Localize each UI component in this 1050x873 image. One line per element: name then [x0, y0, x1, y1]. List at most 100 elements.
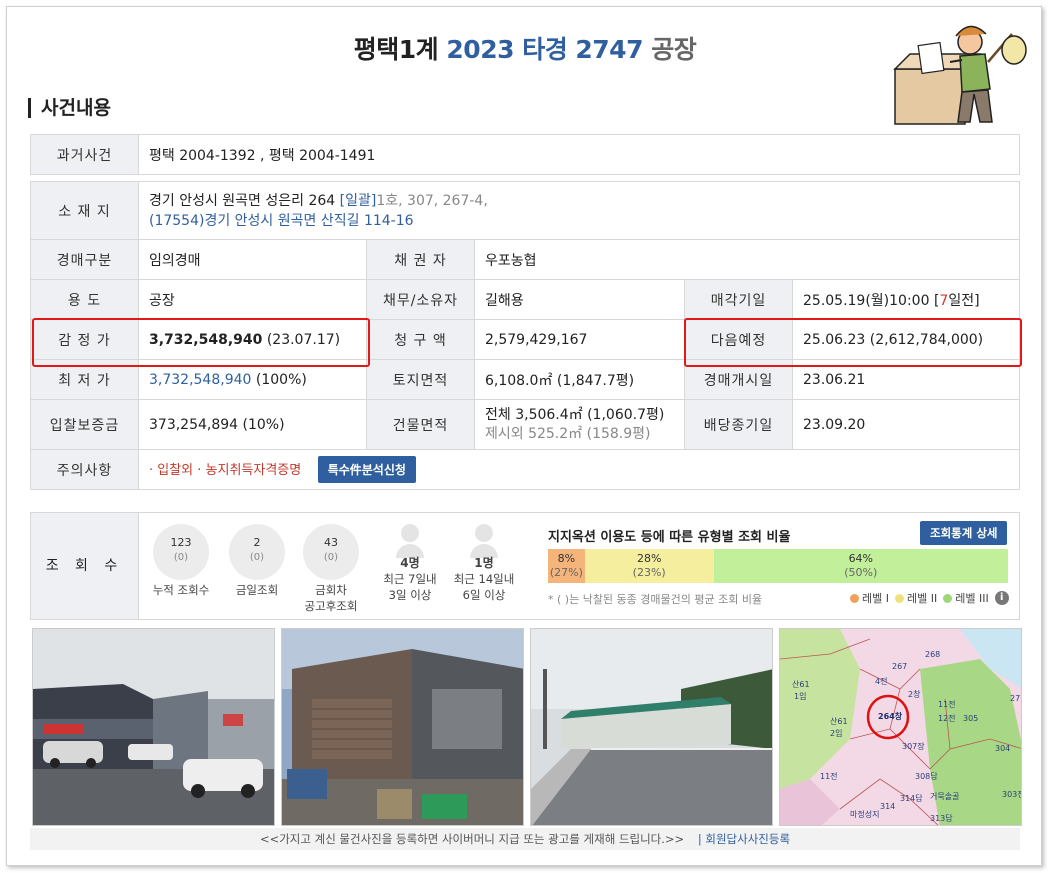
sale-date-text: 25.05.19(월)10:00 [	[803, 292, 940, 309]
ratio-note: * ( )는 낙찰된 동종 경매물건의 평균 조회 비율	[548, 593, 763, 606]
ratio-legend: 레벨 I 레벨 II 레벨 III i	[850, 590, 1009, 606]
deposit-label: 입찰보증금	[30, 399, 139, 450]
view-today-count: 2	[253, 536, 261, 549]
use-label: 용 도	[30, 279, 139, 320]
auction-type-label: 경매구분	[30, 239, 139, 280]
legend-level-3: 레벨 III	[943, 590, 989, 606]
claim-value: 2,579,429,167	[474, 319, 685, 360]
property-photo-3[interactable]	[530, 628, 773, 826]
claim-label: 청 구 액	[366, 319, 475, 360]
min-price-amount: 3,732,548,940	[149, 371, 252, 388]
map-parcel-label: 268	[925, 650, 940, 659]
visitors-7day: 4명 최근 7일내 3일 이상	[374, 524, 446, 603]
ratio-segment-avg: (50%)	[844, 566, 878, 579]
map-parcel-label: 12전	[938, 713, 956, 723]
cadastral-map-drawing: 2682674전2창산611임264창11전12전 305307장산612임308…	[780, 629, 1022, 825]
sale-date-label: 매각기일	[684, 279, 793, 320]
property-photo-1[interactable]	[32, 628, 275, 826]
deposit-value: 373,254,894 (10%)	[138, 399, 367, 450]
ratio-segment-2: 28% (23%)	[584, 549, 714, 583]
min-price-pct: (100%)	[255, 371, 307, 388]
dividend-date-label: 배당종기일	[684, 399, 793, 450]
view-stats-detail-button[interactable]: 조회통계 상세	[920, 521, 1008, 545]
creditor-label: 채 권 자	[366, 239, 475, 280]
map-parcel-label: 313답	[930, 813, 953, 823]
map-parcel-label: 11전	[938, 699, 956, 709]
ratio-title: 지지옥션 이용도 등에 따른 유형별 조회 비율	[548, 530, 791, 545]
map-parcel-label: 307장	[902, 741, 925, 751]
view-today-caption: 금일조회	[235, 583, 279, 597]
view-total-bubble: 123 (0) 누적 조회수	[150, 524, 212, 598]
map-parcel-label: 마정성지	[850, 809, 879, 819]
location-extra-parcels: 1호, 307, 267-4,	[376, 192, 488, 209]
case-category: 공장	[651, 35, 697, 64]
map-parcel-label: 산61	[792, 679, 810, 689]
sale-days-suffix: 일전]	[948, 292, 980, 309]
notes-items: · 입찰외 · 농지취득자격증명	[149, 463, 302, 478]
photo-register-footer: <<가지고 계신 물건사진을 등록하면 사이버머니 지급 또는 광고를 게재해 …	[30, 828, 1020, 850]
next-schedule-highlight	[684, 318, 1022, 367]
use-value: 공장	[138, 279, 367, 320]
photo-brick-building	[282, 629, 523, 825]
court-name: 평택1계	[353, 35, 439, 64]
view-round-avg: (0)	[323, 552, 339, 563]
legend-dot-icon	[894, 594, 904, 603]
auction-type-value: 임의경매	[138, 239, 367, 280]
info-icon[interactable]: i	[994, 591, 1009, 605]
special-analysis-button[interactable]: 특수件분석신청	[317, 456, 416, 483]
photo-factory-exterior	[33, 629, 274, 825]
map-parcel-label: 314답	[900, 793, 923, 803]
legend-level-1-label: 레벨 I	[862, 592, 889, 605]
visitors-7day-caption-2: 3일 이상	[388, 588, 432, 602]
legend-dot-icon	[943, 594, 953, 603]
past-cases-value: 평택 2004-1392 , 평택 2004-1491	[138, 134, 1020, 175]
property-photo-2[interactable]	[281, 628, 524, 826]
view-round-count: 43	[324, 536, 338, 549]
visitors-14day-caption-2: 6일 이상	[462, 588, 506, 602]
map-parcel-label: 1임	[794, 692, 806, 701]
cadastral-map[interactable]: 268 267 4전 2창 산61 1임 264창 11전 12전 305 307장 산61 2임 308…	[779, 628, 1022, 826]
road-address: (17554)경기 안성시 원곡면 산직길 114-16	[149, 212, 414, 229]
ratio-segment-avg: (23%)	[632, 566, 666, 579]
person-icon	[475, 524, 493, 542]
section-title: 사건내용	[28, 98, 111, 118]
view-round-bubble: 43 (0) 금회차 공고후조회	[300, 524, 362, 614]
debtor-value: 길해용	[474, 279, 685, 320]
visitors-14day-caption-1: 최근 14일내	[453, 572, 515, 586]
case-number: 2023 타경 2747	[446, 35, 643, 64]
view-round-caption-2: 공고후조회	[304, 599, 358, 613]
ratio-segment-pct: 8%	[557, 552, 576, 565]
bulk-sale-link[interactable]: [일괄]	[340, 193, 377, 209]
sale-date-value: 25.05.19(월)10:00 [7일전]	[792, 279, 1020, 320]
view-count-label: 조 회 수	[31, 513, 139, 619]
map-parcel-label: 2임	[830, 729, 842, 738]
view-round-caption: 금회차 공고후조회	[300, 582, 362, 614]
notes-value: · 입찰외 · 농지취득자격증명 특수件분석신청	[138, 449, 1020, 490]
legend-dot-icon	[850, 594, 859, 603]
person-icon	[401, 524, 419, 542]
mascot-illustration-icon	[893, 25, 1027, 125]
ratio-segment-1: 8% (27%)	[548, 549, 585, 583]
legend-level-1: 레벨 I	[850, 590, 889, 606]
debtor-label: 채무/소유자	[366, 279, 475, 320]
view-total-avg: (0)	[173, 552, 189, 563]
map-parcel-label: 304	[995, 744, 1010, 753]
building-area-value: 전체 3,506.4㎡ (1,060.7평) 제시외 525.2㎡ (158.9…	[474, 399, 685, 450]
map-parcel-label: 거묵솔골	[930, 792, 959, 801]
map-parcel-label: 303전	[1002, 789, 1022, 799]
view-ratio-bar: 8% (27%) 28% (23%) 64% (50%)	[548, 549, 1008, 583]
visitors-14day: 1명 최근 14일내 6일 이상	[448, 524, 520, 603]
legend-level-3-label: 레벨 III	[955, 592, 989, 605]
map-parcel-label: 314	[880, 802, 895, 811]
legend-level-2: 레벨 II	[894, 590, 937, 606]
map-parcel-label: 264창	[878, 711, 903, 721]
land-area-label: 토지면적	[366, 359, 475, 400]
map-parcel-label: 산61	[830, 716, 848, 726]
building-area-excluded: 제시외 525.2㎡ (158.9평)	[485, 425, 651, 442]
visitors-7day-caption-1: 최근 7일내	[383, 572, 437, 586]
ratio-segment-3: 64% (50%)	[713, 549, 1008, 583]
map-parcel-label: 277	[1010, 694, 1022, 703]
ratio-segment-pct: 28%	[636, 552, 662, 565]
member-photo-register-link[interactable]: | 회원답사사진등록	[698, 832, 790, 846]
view-today-avg: (0)	[249, 552, 265, 563]
